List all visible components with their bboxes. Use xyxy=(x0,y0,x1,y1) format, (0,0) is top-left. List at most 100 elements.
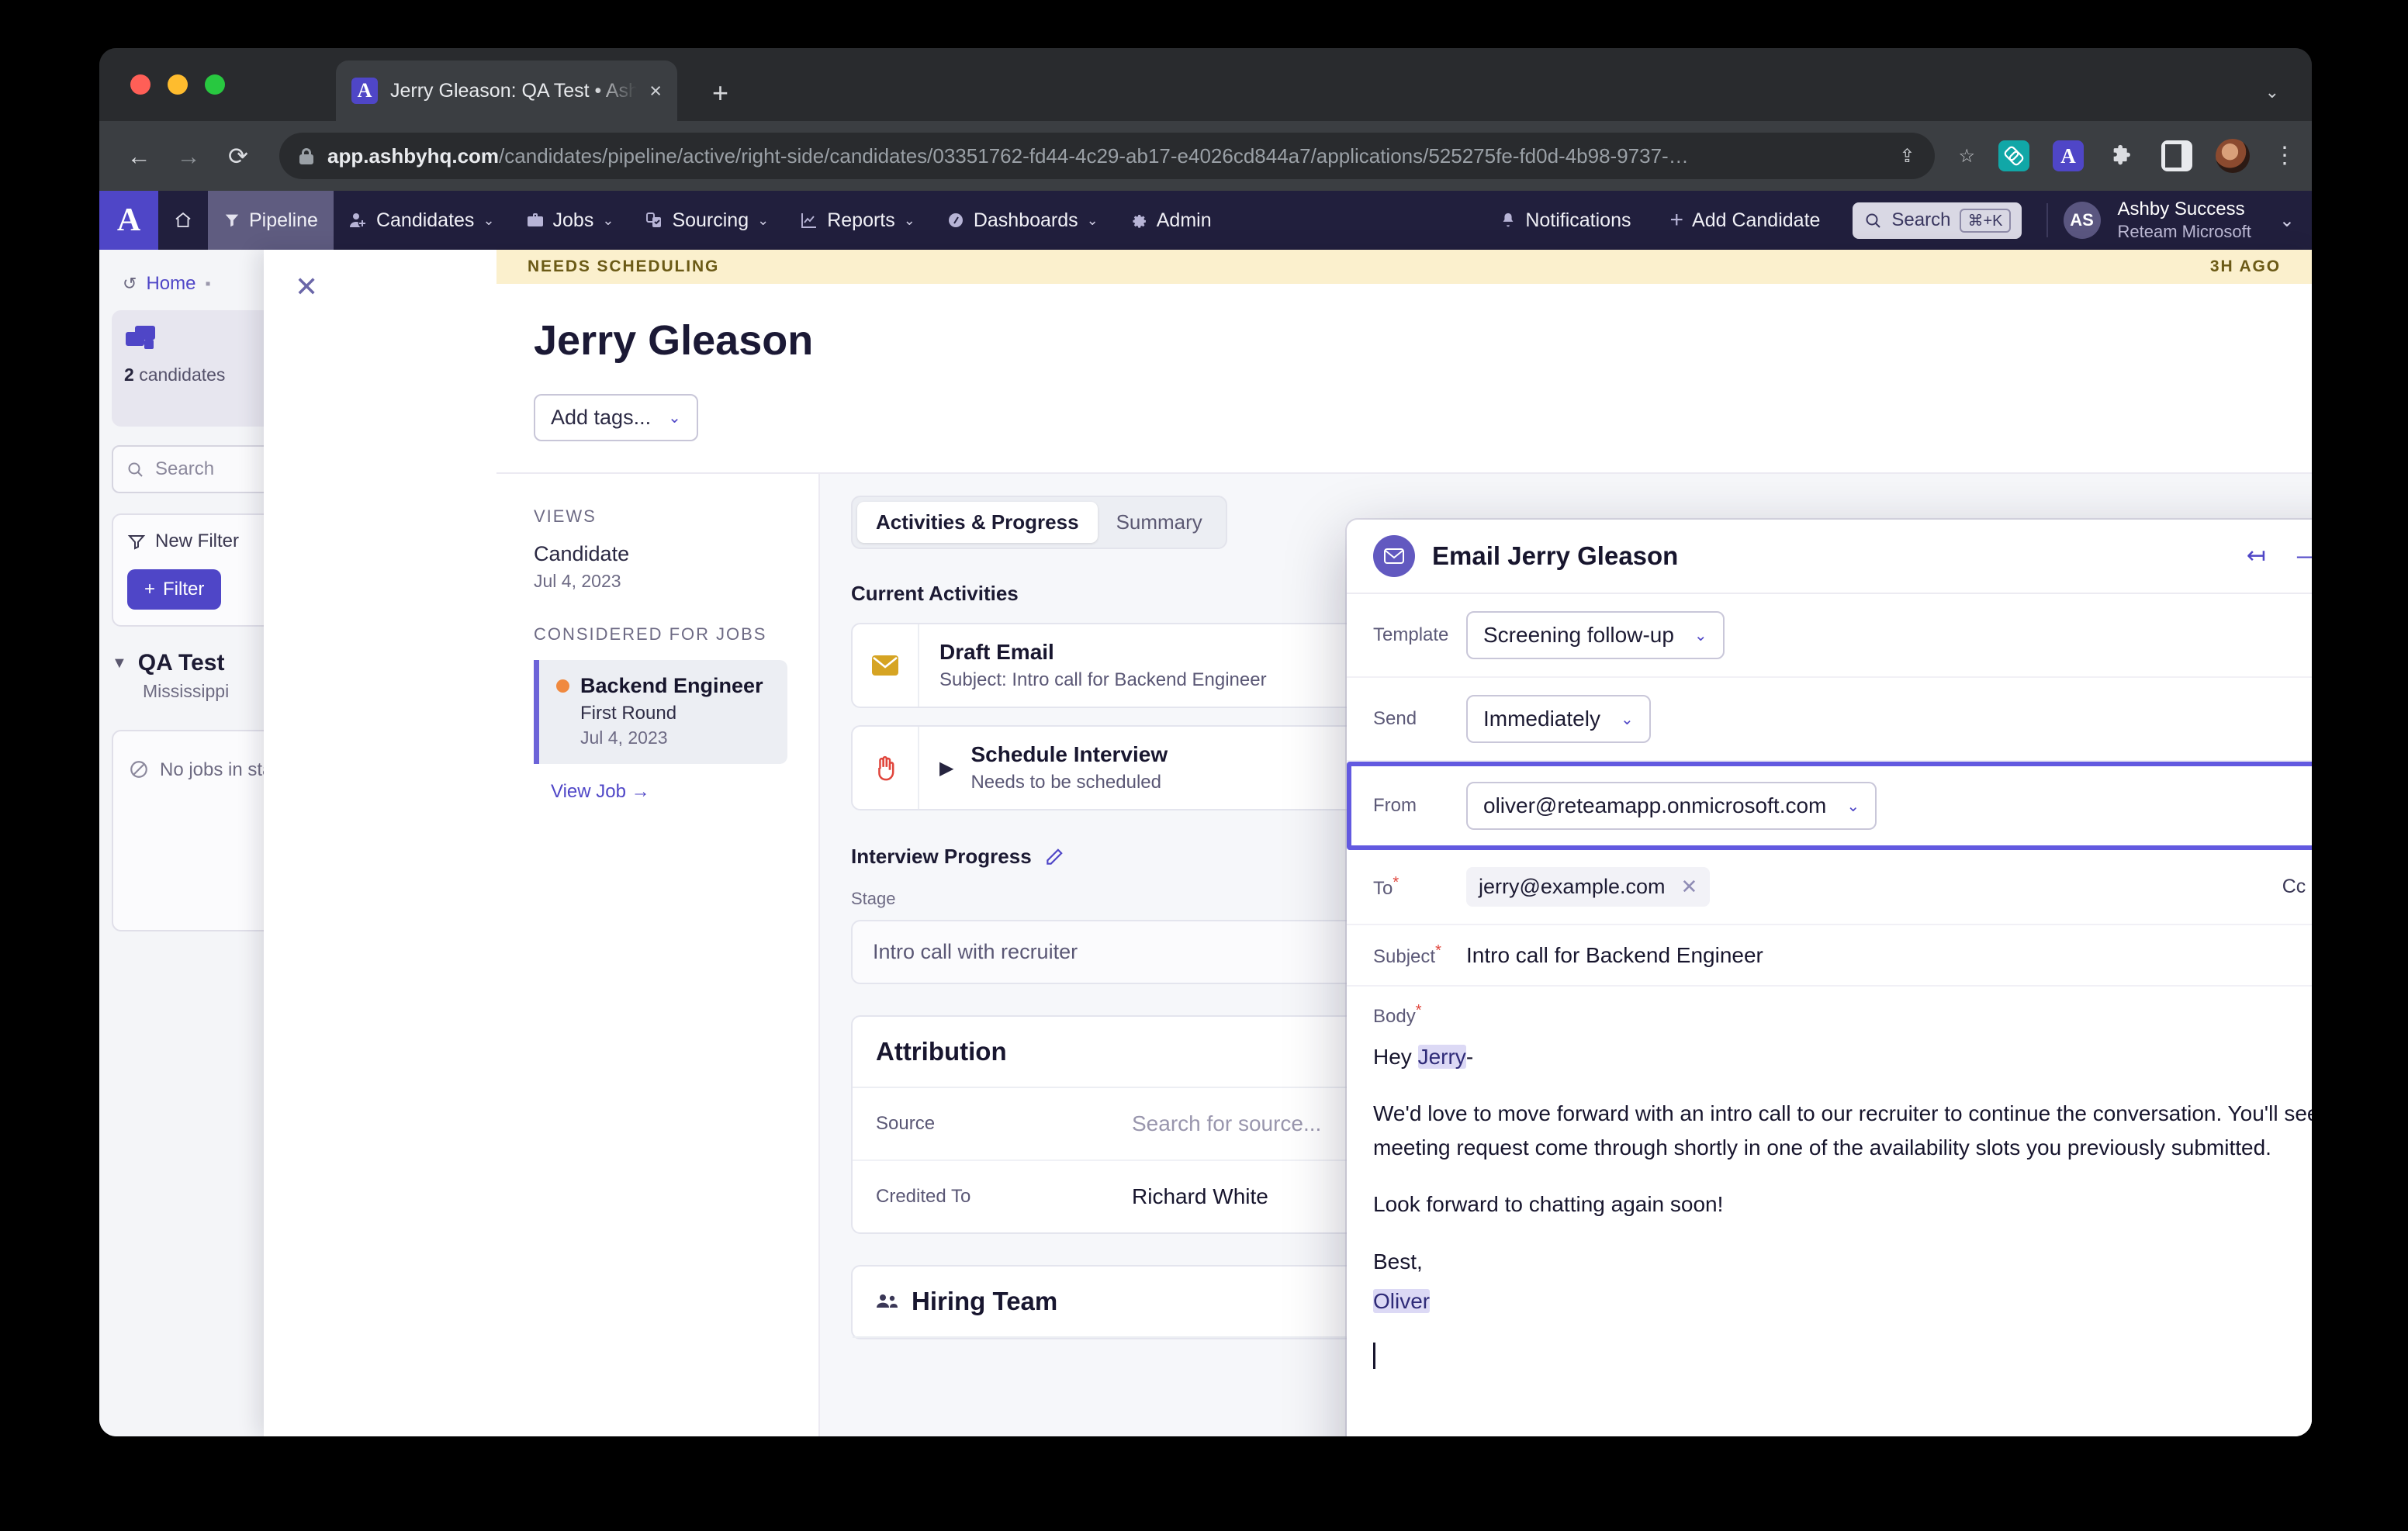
bookmark-icon[interactable]: ☆ xyxy=(1958,145,1975,168)
loom-extension-icon[interactable] xyxy=(1998,140,2029,171)
nav-dashboards[interactable]: Dashboards ⌄ xyxy=(931,191,1114,250)
view-job-link[interactable]: View Job → xyxy=(551,781,787,803)
browser-tab[interactable]: A Jerry Gleason: QA Test • Ashby × xyxy=(336,60,677,121)
from-address-value: oliver@reteamapp.onmicrosoft.com xyxy=(1483,793,1827,817)
body-greeting: Hey Jerry- xyxy=(1373,1045,1474,1069)
search-shortcut: ⌘+K xyxy=(1960,208,2011,233)
close-panel-icon[interactable]: ✕ xyxy=(295,273,318,301)
nav-reports[interactable]: Reports ⌄ xyxy=(784,191,931,250)
nav-admin[interactable]: Admin xyxy=(1114,191,1227,250)
template-select[interactable]: Screening follow-up ⌄ xyxy=(1466,611,1725,659)
body-cursor xyxy=(1373,1341,2312,1374)
chevron-down-icon: ⌄ xyxy=(1694,627,1707,645)
page-title: Jerry Gleason xyxy=(534,317,814,364)
add-candidate-button[interactable]: + Add Candidate xyxy=(1654,207,1835,233)
from-address-select[interactable]: oliver@reteamapp.onmicrosoft.com ⌄ xyxy=(1466,782,1877,830)
tab-title: Jerry Gleason: QA Test • Ashby xyxy=(390,79,638,102)
chrome-menu-icon[interactable]: ⋮ xyxy=(2273,144,2296,167)
chevron-down-icon: ⌄ xyxy=(483,212,495,228)
search-button[interactable]: Search ⌘+K xyxy=(1853,202,2022,239)
chrome-profile-avatar[interactable] xyxy=(2216,139,2250,173)
send-timing-select[interactable]: Immediately ⌄ xyxy=(1466,695,1651,743)
close-window-button[interactable] xyxy=(130,74,150,95)
nav-pipeline[interactable]: Pipeline xyxy=(208,191,334,250)
interview-progress-title: Interview Progress xyxy=(851,845,1032,868)
breadcrumb-separator: ▪ xyxy=(205,275,211,292)
expand-triangle-icon[interactable]: ▶ xyxy=(939,757,953,779)
minimize-icon[interactable]: — xyxy=(2297,544,2312,568)
maximize-window-button[interactable] xyxy=(205,74,225,95)
breadcrumb-home[interactable]: Home xyxy=(146,273,195,295)
new-tab-icon[interactable]: + xyxy=(712,79,728,107)
nav-home[interactable] xyxy=(158,191,208,250)
plus-icon: + xyxy=(144,579,156,600)
nav-sourcing[interactable]: Sourcing ⌄ xyxy=(629,191,784,250)
merge-token-sender-name: Oliver xyxy=(1373,1288,1431,1313)
rail-group-name: QA Test xyxy=(137,650,225,676)
activity-title: Draft Email xyxy=(939,640,1054,664)
view-item-candidate[interactable]: Candidate xyxy=(534,542,787,566)
chevron-down-icon[interactable]: ⌄ xyxy=(2279,209,2295,232)
subject-input[interactable]: Intro call for Backend Engineer xyxy=(1466,943,1763,968)
panel-left-column: VIEWS Candidate Jul 4, 2023 CONSIDERED F… xyxy=(496,474,818,1436)
user-menu[interactable]: Ashby Success Reteam Microsoft xyxy=(2118,199,2251,242)
nav-jobs[interactable]: Jobs ⌄ xyxy=(510,191,630,250)
ashby-logo[interactable]: A xyxy=(99,191,158,250)
minimize-window-button[interactable] xyxy=(168,74,188,95)
popout-icon[interactable]: ↤ xyxy=(2247,544,2266,568)
browser-toolbar: ← → ⟳ app.ashbyhq.com/candidates/pipelin… xyxy=(99,121,2312,191)
home-icon xyxy=(174,211,192,230)
puzzle-extension-icon[interactable] xyxy=(2107,140,2138,171)
body-paragraph-1: We'd love to move forward with an intro … xyxy=(1373,1101,2312,1159)
nav-dashboards-label: Dashboards xyxy=(973,209,1078,231)
subject-row[interactable]: Subject* Intro call for Backend Engineer xyxy=(1347,925,2312,987)
panel-tabs: Activities & Progress Summary xyxy=(851,496,1227,549)
address-bar[interactable]: app.ashbyhq.com/candidates/pipeline/acti… xyxy=(279,133,1936,179)
nav-candidates[interactable]: Candidates ⌄ xyxy=(334,191,510,250)
template-label: Template xyxy=(1373,624,1449,645)
chevron-down-icon: ⌄ xyxy=(668,410,681,427)
add-tags-button[interactable]: Add tags... ⌄ xyxy=(534,394,698,441)
modal-window-actions: ↤ — ✕ xyxy=(2247,544,2312,568)
cc-button[interactable]: Cc xyxy=(2282,876,2306,898)
remove-recipient-icon[interactable]: ✕ xyxy=(1680,875,1697,899)
mail-icon xyxy=(853,624,919,707)
reload-icon[interactable]: ⟳ xyxy=(225,144,251,168)
to-label: To* xyxy=(1373,874,1399,899)
template-value: Screening follow-up xyxy=(1483,623,1674,647)
considered-job-card[interactable]: Backend Engineer First Round Jul 4, 2023 xyxy=(534,660,787,764)
tab-activities-progress[interactable]: Activities & Progress xyxy=(857,502,1098,543)
notifications-button[interactable]: Notifications xyxy=(1484,209,1646,232)
add-tags-label: Add tags... xyxy=(551,406,652,429)
recipient-chip[interactable]: jerry@example.com ✕ xyxy=(1466,867,1711,907)
to-row: To* jerry@example.com ✕ Cc Bcc xyxy=(1347,850,2312,925)
status-banner: NEEDS SCHEDULING 3H AGO xyxy=(496,250,2312,284)
body-editor[interactable]: Hey Jerry- We'd love to move forward wit… xyxy=(1347,1028,2312,1436)
close-tab-icon[interactable]: × xyxy=(649,80,662,102)
envelope-icon xyxy=(1373,535,1415,577)
body-paragraph-2: Look forward to chatting again soon! xyxy=(1373,1192,1724,1217)
modal-header: Email Jerry Gleason ↤ — ✕ xyxy=(1347,520,2312,594)
bell-icon xyxy=(1500,212,1517,229)
chevron-down-icon: ⌄ xyxy=(1846,797,1860,815)
source-input[interactable]: Search for source... xyxy=(1132,1111,1321,1136)
modal-title: Email Jerry Gleason xyxy=(1432,541,1679,570)
navbar-right: Notifications + Add Candidate Search ⌘+K… xyxy=(1484,191,2312,250)
lock-icon xyxy=(299,147,313,164)
back-icon[interactable]: ← xyxy=(126,144,152,168)
tab-summary[interactable]: Summary xyxy=(1098,502,1221,543)
side-panel-icon[interactable] xyxy=(2161,140,2192,171)
hiring-team-title: Hiring Team xyxy=(912,1287,1058,1315)
chevron-down-icon: ▼ xyxy=(112,654,127,672)
add-filter-button[interactable]: + Filter xyxy=(127,569,222,610)
empty-icon xyxy=(129,759,149,902)
forward-icon[interactable]: → xyxy=(175,144,202,168)
history-icon[interactable]: ↺ xyxy=(123,274,137,294)
avatar[interactable]: AS xyxy=(2063,202,2101,239)
ashby-extension-icon[interactable]: A xyxy=(2053,140,2084,171)
window-traffic-lights xyxy=(130,74,225,95)
edit-pencil-icon[interactable] xyxy=(1044,847,1064,867)
chevron-down-icon[interactable]: ⌄ xyxy=(2265,82,2279,102)
share-icon[interactable]: ⇪ xyxy=(1899,145,1915,168)
views-section-label: VIEWS xyxy=(534,506,597,526)
